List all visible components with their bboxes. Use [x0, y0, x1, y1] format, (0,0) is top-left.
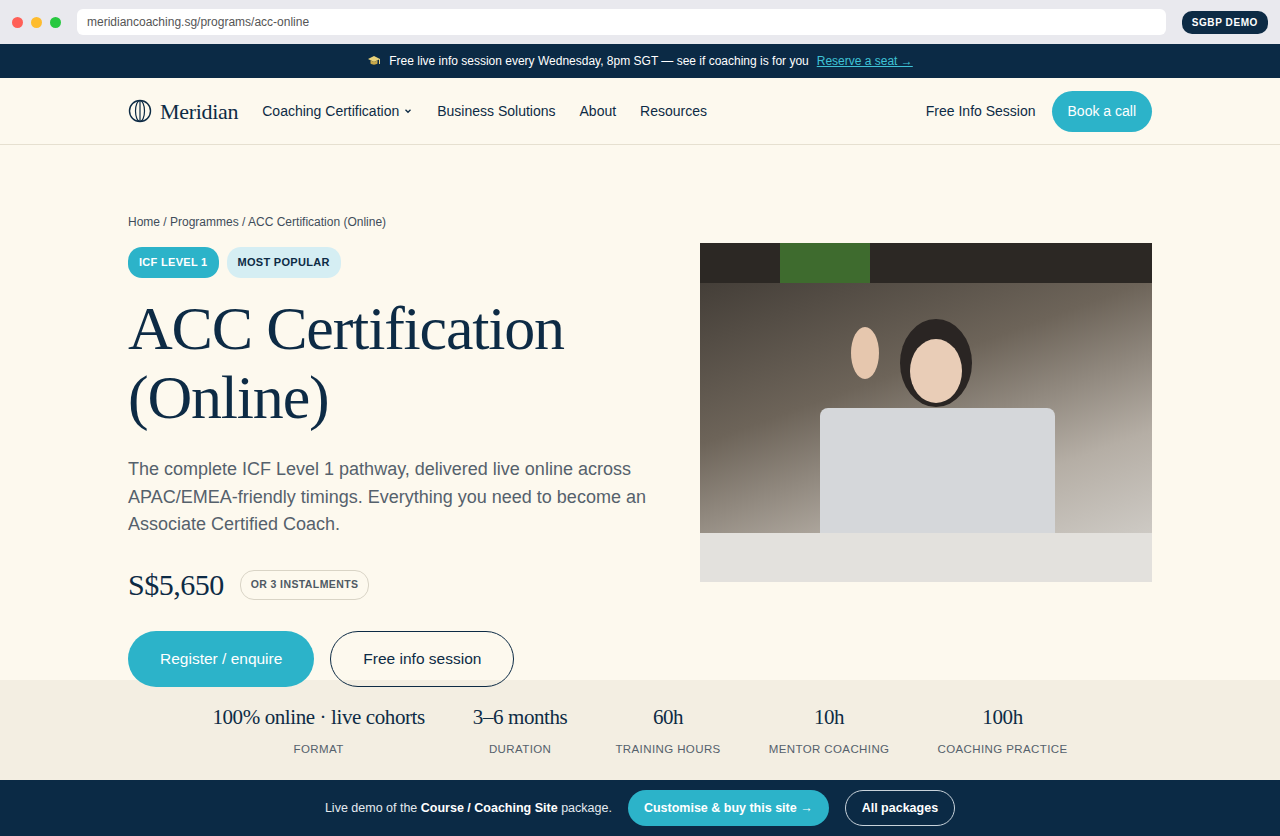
woman-waving-at-laptop-photo: [700, 243, 1152, 582]
nav-item-label: Resources: [640, 101, 707, 122]
stats-strip: 100% online · live cohorts FORMAT 3–6 mont…: [0, 680, 1280, 780]
nav-item-label: About: [580, 101, 617, 122]
register-button[interactable]: Register / enquire: [128, 631, 314, 686]
hero-section: Home / Programmes / ACC Certification (O…: [0, 145, 1280, 680]
navbar-inner: Meridian Coaching Certification Business S…: [128, 91, 1152, 132]
stat-label: DURATION: [489, 741, 551, 758]
graduation-cap-icon: [367, 55, 381, 67]
logo-globe-icon: [128, 99, 152, 123]
program-badge: MOST POPULAR: [227, 247, 341, 278]
window-dot[interactable]: [50, 17, 61, 28]
logo-text: Meridian: [160, 95, 238, 128]
program-description: The complete ICF Level 1 pathway, delive…: [128, 456, 648, 538]
chevron-down-icon: [403, 106, 413, 116]
browser-toolbar: meridiancoaching.sg/programs/acc-online S…: [0, 0, 1280, 44]
stats-inner: 100% online · live cohorts FORMAT 3–6 mont…: [212, 702, 1067, 759]
breadcrumb: Home / Programmes / ACC Certification (O…: [128, 213, 648, 231]
nav-actions: Free Info Session Book a call: [926, 91, 1152, 132]
demo-text-after: package.: [561, 801, 612, 815]
price: S$5,650: [128, 562, 224, 607]
nav-item-label: Coaching Certification: [262, 101, 399, 122]
page-title: ACC Certification (Online): [128, 294, 648, 433]
stat-item: 100% online · live cohorts FORMAT: [212, 702, 424, 759]
announcement-bar: Free live info session every Wednesday, …: [0, 44, 1280, 78]
hero-content: Home / Programmes / ACC Certification (O…: [128, 213, 648, 687]
info-session-link[interactable]: Free Info Session: [926, 101, 1036, 122]
announcement-text: Free live info session every Wednesday, …: [389, 52, 809, 70]
hero-inner: Home / Programmes / ACC Certification (O…: [128, 213, 1152, 687]
info-session-button[interactable]: Free info session: [330, 631, 514, 686]
nav-item-label: Business Solutions: [437, 101, 555, 122]
window-dot[interactable]: [12, 17, 23, 28]
stat-label: COACHING PRACTICE: [937, 741, 1067, 758]
address-bar[interactable]: meridiancoaching.sg/programs/acc-online: [77, 9, 1166, 35]
program-badge: ICF LEVEL 1: [128, 247, 219, 278]
demo-bar: Live demo of the Course / Coaching Site …: [0, 780, 1280, 836]
demo-text: Live demo of the Course / Coaching Site …: [325, 799, 612, 818]
nav-item[interactable]: Business Solutions: [437, 101, 555, 122]
stat-item: 60h TRAINING HOURS: [615, 702, 720, 759]
nav-menu: Coaching Certification Business Solutions…: [262, 101, 707, 122]
demo-package: Course / Coaching Site: [421, 801, 558, 815]
demo-text-before: Live demo of the: [325, 801, 417, 815]
stat-item: 10h MENTOR COACHING: [769, 702, 890, 759]
stat-value: 3–6 months: [473, 702, 568, 734]
stat-value: 10h: [814, 702, 844, 734]
nav-item[interactable]: Resources: [640, 101, 707, 122]
book-call-button[interactable]: Book a call: [1052, 91, 1152, 132]
stat-value: 60h: [653, 702, 683, 734]
hero-photo: [700, 243, 1152, 582]
badge-row: ICF LEVEL 1 MOST POPULAR: [128, 247, 648, 278]
logo[interactable]: Meridian: [128, 95, 238, 128]
instalments-pill: OR 3 INSTALMENTS: [240, 570, 370, 600]
stat-item: 100h COACHING PRACTICE: [937, 702, 1067, 759]
window-dot[interactable]: [31, 17, 42, 28]
stat-value: 100% online · live cohorts: [212, 702, 424, 734]
hero-buttons: Register / enquire Free info session: [128, 631, 648, 686]
stat-label: MENTOR COACHING: [769, 741, 890, 758]
reserve-seat-link[interactable]: Reserve a seat →: [817, 52, 913, 70]
demo-badge: SGBP DEMO: [1182, 11, 1268, 34]
buy-site-button[interactable]: Customise & buy this site →: [628, 790, 829, 827]
stat-label: TRAINING HOURS: [615, 741, 720, 758]
nav-item[interactable]: Coaching Certification: [262, 101, 413, 122]
stat-label: FORMAT: [294, 741, 344, 758]
all-packages-button[interactable]: All packages: [845, 790, 955, 827]
price-row: S$5,650 OR 3 INSTALMENTS: [128, 562, 648, 607]
stat-item: 3–6 months DURATION: [473, 702, 568, 759]
main-navbar: Meridian Coaching Certification Business S…: [0, 78, 1280, 145]
nav-item[interactable]: About: [580, 101, 617, 122]
stat-value: 100h: [982, 702, 1022, 734]
window-controls: [12, 17, 61, 28]
